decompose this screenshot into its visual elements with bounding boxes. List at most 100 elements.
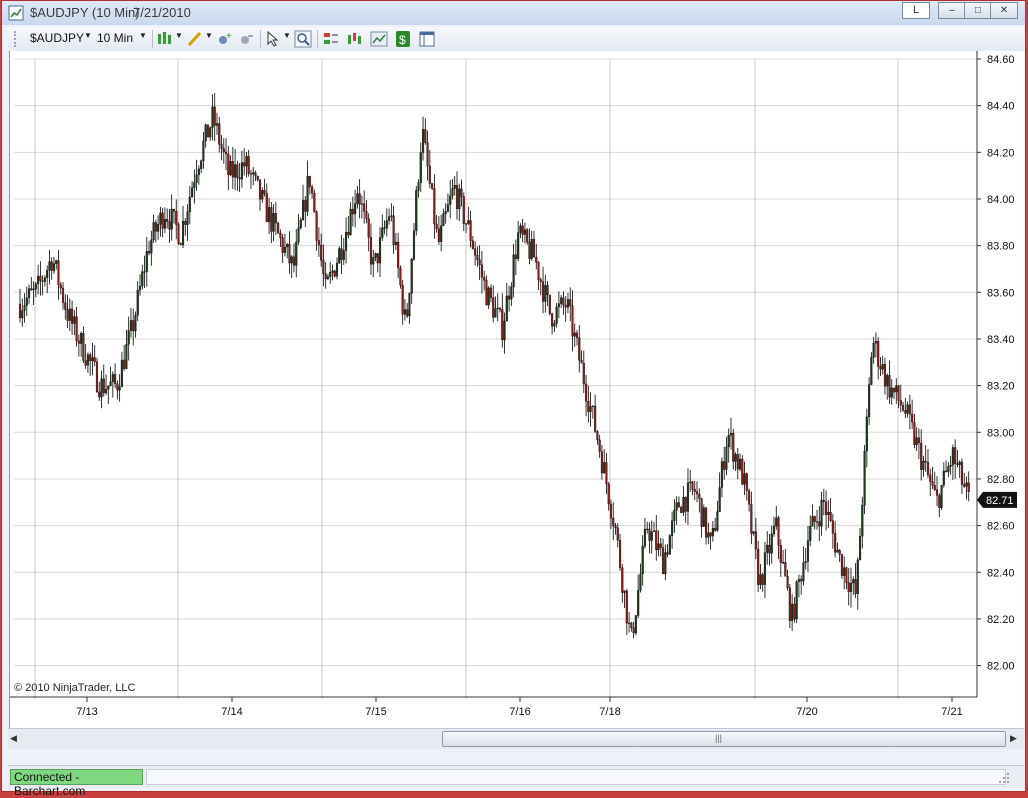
chart-style-dropdown-icon[interactable]: ▼: [175, 31, 183, 40]
instrument-dropdown-icon[interactable]: ▼: [84, 31, 92, 40]
candle-body: [412, 230, 416, 260]
scroll-right-arrow-icon[interactable]: ▶: [1010, 733, 1020, 745]
link-badge[interactable]: L: [902, 2, 930, 19]
candle-body: [888, 375, 891, 398]
candle-body: [80, 332, 83, 344]
chart-trader-icon[interactable]: $: [394, 30, 412, 48]
candlestick-chart-svg[interactable]: 84.60 84.40 84.20 84.00 83.80 83.60 83.40 83.20…: [10, 51, 1025, 729]
candle-body: [30, 288, 33, 291]
drawing-tool-dropdown-icon[interactable]: ▼: [205, 31, 213, 40]
candle-body: [186, 211, 189, 225]
candle-body: [492, 297, 495, 318]
price-chart[interactable]: 84.60 84.40 84.20 84.00 83.80 83.60 83.40 83.20…: [9, 51, 1025, 729]
candle-body: [743, 473, 746, 485]
candle-body: [659, 543, 662, 548]
candle-body: [59, 284, 62, 289]
candle-body: [211, 106, 214, 128]
candle-body: [202, 140, 205, 161]
candle-body: [401, 285, 404, 315]
chart-style-icon[interactable]: [156, 30, 174, 48]
candle-body: [157, 224, 160, 232]
candle-body: [483, 277, 486, 281]
candle-body: [50, 261, 53, 271]
candle-body: [532, 239, 536, 258]
candle-body: [895, 385, 898, 393]
add-indicator-icon[interactable]: +: [216, 30, 234, 48]
candle-body: [555, 306, 558, 324]
properties-icon[interactable]: [418, 30, 436, 48]
candle-body: [48, 261, 51, 271]
candle-body: [958, 461, 961, 465]
candle-body: [548, 294, 551, 314]
candle-body: [929, 474, 932, 482]
drawing-tool-icon[interactable]: [186, 30, 204, 48]
candle-body: [349, 208, 352, 236]
resize-grip-icon[interactable]: [998, 772, 1010, 784]
remove-indicator-icon[interactable]: [238, 30, 256, 48]
instrument-selector[interactable]: $AUDJPY: [30, 31, 84, 45]
window-title: $AUDJPY (10 Min): [30, 5, 140, 20]
chart-app-icon: [8, 5, 24, 21]
close-button[interactable]: ✕: [990, 2, 1018, 19]
status-bar: Connected - Barchart.com: [8, 765, 1024, 798]
title-bar[interactable]: $AUDJPY (10 Min) 7/21/2010 L – □ ✕: [2, 1, 1025, 25]
candle-body: [487, 287, 490, 306]
horizontal-scrollbar[interactable]: ◀ ||| ▶: [8, 728, 1024, 749]
interval-selector[interactable]: 10 Min: [97, 31, 133, 45]
candle-body: [345, 232, 348, 251]
scroll-left-arrow-icon[interactable]: ◀: [10, 733, 20, 745]
candle-body: [671, 520, 674, 536]
candle-body: [757, 548, 760, 585]
candle-body: [720, 461, 723, 488]
candle-body: [600, 451, 603, 474]
candle-body: [759, 574, 762, 585]
candle-body: [154, 222, 157, 232]
candle-body: [145, 251, 148, 272]
data-series-icon[interactable]: [322, 30, 340, 48]
candle-body: [77, 340, 80, 344]
candle-body: [569, 299, 572, 307]
candle-body: [684, 496, 687, 512]
pointer-tool-icon[interactable]: [264, 30, 282, 48]
candle-body: [725, 446, 728, 470]
candle-body: [609, 503, 613, 519]
candle-body: [385, 220, 388, 229]
candle-body: [61, 287, 65, 303]
maximize-button[interactable]: □: [964, 2, 992, 19]
candle-body: [498, 307, 502, 310]
candle-body: [598, 439, 601, 452]
candle-body: [265, 193, 268, 223]
candle-body: [732, 433, 735, 462]
candle-body: [802, 562, 805, 582]
candle-body: [84, 360, 87, 366]
candle-body: [845, 567, 848, 583]
candle-body: [132, 320, 135, 332]
candle-body: [639, 573, 642, 591]
scroll-thumb[interactable]: |||: [442, 731, 1006, 747]
candle-body: [138, 285, 142, 291]
candle-body: [281, 237, 284, 253]
toolbar-grip[interactable]: [14, 31, 18, 47]
candle-body: [451, 188, 454, 197]
candle-body: [403, 309, 406, 315]
minimize-button[interactable]: –: [938, 2, 966, 19]
pointer-dropdown-icon[interactable]: ▼: [283, 31, 291, 40]
candle-body: [668, 535, 671, 555]
candle-body: [501, 309, 504, 341]
interval-dropdown-icon[interactable]: ▼: [139, 31, 147, 40]
candle-body: [589, 406, 592, 412]
candle-body: [469, 220, 472, 241]
candle-body: [161, 212, 164, 229]
candle-body: [320, 244, 323, 261]
candle-body: [301, 200, 305, 220]
candle-body: [351, 208, 354, 215]
candle-body: [560, 297, 563, 304]
candle-body: [195, 174, 198, 183]
candle-body: [652, 530, 656, 532]
strategies-icon[interactable]: [370, 30, 388, 48]
candle-body: [691, 481, 694, 490]
candle-body: [951, 447, 954, 466]
zoom-icon[interactable]: [294, 30, 312, 48]
indicators-icon[interactable]: [346, 30, 364, 48]
candle-body: [519, 225, 522, 233]
